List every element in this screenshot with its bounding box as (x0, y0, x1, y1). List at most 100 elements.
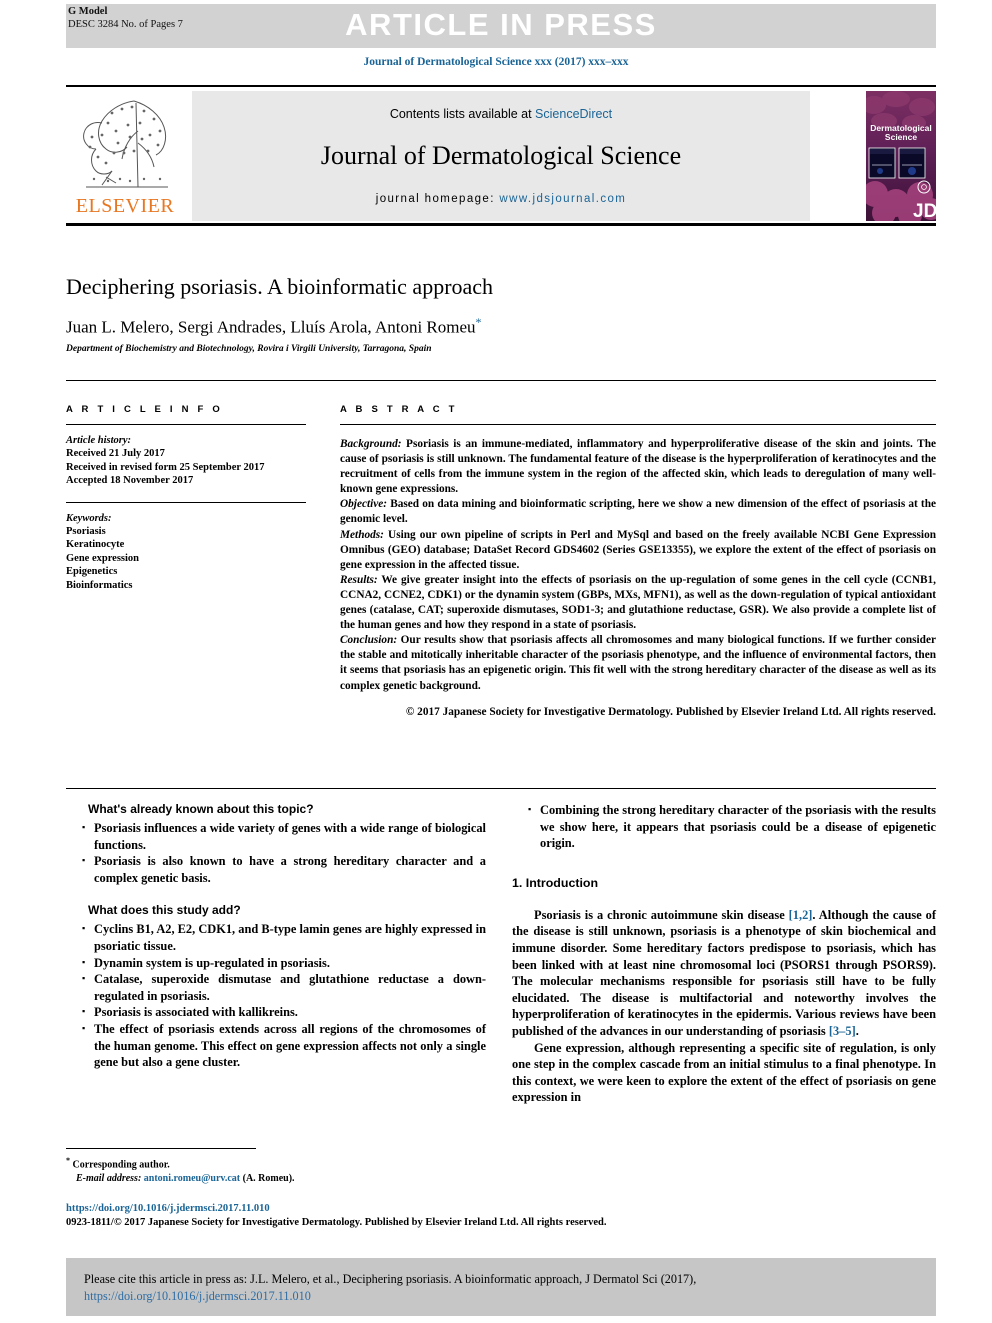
author-list: Juan L. Melero, Sergi Andrades, Lluís Ar… (66, 315, 826, 338)
elsevier-wordmark: ELSEVIER (75, 195, 175, 217)
abstract-section-label: Conclusion: (340, 634, 398, 647)
abstract-section-label: Results: (340, 573, 378, 586)
highlights-spacer (66, 886, 486, 903)
study-adds-list: Cyclins B1, A2, E2, CDK1, and B-type lam… (66, 920, 486, 1071)
list-item: Combining the strong hereditary characte… (528, 801, 936, 852)
abstract-section-text: Psoriasis is an immune-mediated, inflamm… (340, 438, 936, 496)
svg-text:Science: Science (885, 132, 917, 142)
intro-text-c: . (855, 1023, 859, 1038)
author-names: Juan L. Melero, Sergi Andrades, Lluís Ar… (66, 317, 476, 337)
introduction-paragraph-2: Gene expression, although representing a… (512, 1040, 936, 1105)
cite-doi-link[interactable]: https://doi.org/10.1016/j.jdermsci.2017.… (84, 1289, 311, 1303)
article-info-column: A R T I C L E I N F O Article history: R… (66, 404, 306, 592)
list-item: Psoriasis is associated with kallikreins… (82, 1003, 486, 1021)
journal-homepage-link[interactable]: www.jdsjournal.com (499, 193, 626, 205)
g-model-label: G Model (68, 6, 108, 17)
abstract-rule (340, 424, 936, 425)
cite-this-article-box: Please cite this article in press as: J.… (66, 1258, 936, 1316)
cite-text: Please cite this article in press as: J.… (84, 1271, 918, 1304)
article-in-press-label: ARTICLE IN PRESS (345, 7, 657, 42)
abstract-section-text: Our results show that psoriasis affects … (340, 634, 936, 692)
email-line: E-mail address: antoni.romeu@urv.cat (A.… (76, 1172, 486, 1186)
abstract-section-label: Methods: (340, 528, 384, 541)
corresponding-author-line: * Corresponding author. (66, 1154, 486, 1172)
list-item: Catalase, superoxide dismutase and gluta… (82, 970, 486, 1004)
footnote-rule (66, 1148, 256, 1149)
highlights-right-column: Combining the strong hereditary characte… (512, 801, 936, 1106)
doi-block: https://doi.org/10.1016/j.jdermsci.2017.… (66, 1202, 936, 1230)
corresponding-author-footnote: * Corresponding author. E-mail address: … (66, 1154, 486, 1185)
journal-cover-thumbnail: Dermatological Science JDS (866, 91, 936, 221)
known-topic-heading: What's already known about this topic? (88, 802, 314, 816)
keywords-rule (66, 501, 306, 503)
abstract-section-label: Background: (340, 438, 402, 450)
highlights-continued-list: Combining the strong hereditary characte… (512, 801, 936, 852)
journal-title: Journal of Dermatological Science (320, 141, 682, 170)
contents-line: Contents lists available at ScienceDirec… (192, 107, 810, 121)
email-link[interactable]: antoni.romeu@urv.cat (144, 1173, 240, 1184)
article-in-press-banner: ARTICLE IN PRESS (66, 4, 936, 48)
info-top-rule (66, 380, 936, 381)
keyword-item: Gene expression (66, 552, 140, 564)
elsevier-tree-icon (83, 100, 168, 188)
article-info-rule (66, 424, 306, 425)
abstract-section: Conclusion: Our results show that psoria… (340, 633, 936, 693)
corresponding-author-text: Corresponding author. (72, 1159, 170, 1171)
keywords-block: Keywords: Psoriasis Keratinocyte Gene ex… (66, 512, 306, 592)
keyword-item: Epigenetics (66, 566, 118, 578)
list-item: Psoriasis influences a wide variety of g… (82, 819, 486, 853)
abstract-bottom-rule (66, 788, 936, 789)
sciencedirect-link[interactable]: ScienceDirect (535, 107, 612, 121)
abstract-heading: A B S T R A C T (340, 404, 458, 415)
abstract-column: A B S T R A C T Background: Psoriasis is… (340, 404, 936, 720)
svg-text:JDS: JDS (913, 201, 936, 221)
abstract-section: Methods: Using our own pipeline of scrip… (340, 528, 936, 573)
citation-ref-2[interactable]: [3–5] (829, 1024, 856, 1038)
intro-text-a: Psoriasis is a chronic autoimmune skin d… (534, 907, 789, 922)
list-item: Cyclins B1, A2, E2, CDK1, and B-type lam… (82, 920, 486, 954)
highlights-left-column: What's already known about this topic? P… (66, 802, 486, 1071)
abstract-section-label: Objective: (340, 498, 388, 511)
list-item: The effect of psoriasis extends across a… (82, 1020, 486, 1071)
asterisk-icon: * (66, 1156, 70, 1165)
article-history-label: Article history: (66, 435, 132, 446)
history-item: Received in revised form 25 September 20… (66, 461, 265, 473)
homepage-line: journal homepage: www.jdsjournal.com (192, 193, 810, 205)
abstract-section-text: We give greater insight into the effects… (340, 573, 936, 632)
article-info-heading: A R T I C L E I N F O (66, 404, 223, 415)
doi-link[interactable]: https://doi.org/10.1016/j.jdermsci.2017.… (66, 1202, 936, 1216)
abstract-section: Objective: Based on data mining and bioi… (340, 497, 936, 527)
affiliation: Department of Biochemistry and Biotechno… (66, 344, 432, 354)
journal-citation-line: Journal of Dermatological Science xxx (2… (363, 56, 629, 68)
issn-copyright-line: 0923-1811/© 2017 Japanese Society for In… (66, 1217, 607, 1228)
contents-prefix: Contents lists available at (389, 107, 536, 121)
list-item: Psoriasis is also known to have a strong… (82, 852, 486, 886)
abstract-section-text: Based on data mining and bioinformatic s… (340, 498, 936, 526)
history-item: Accepted 18 November 2017 (66, 475, 194, 487)
keyword-item: Psoriasis (66, 526, 106, 538)
introduction-heading: 1. Introduction (512, 875, 599, 890)
masthead-center: Contents lists available at ScienceDirec… (192, 91, 810, 221)
citation-ref-1[interactable]: [1,2] (789, 908, 813, 922)
article-page: ARTICLE IN PRESS G Model DESC 3284 No. o… (0, 0, 992, 1323)
article-history: Article history: Received 21 July 2017 R… (66, 434, 306, 488)
history-item: Received 21 July 2017 (66, 448, 165, 460)
page-count-label: DESC 3284 No. of Pages 7 (68, 18, 183, 30)
g-model-block: G Model DESC 3284 No. of Pages 7 (68, 6, 183, 31)
journal-masthead: ELSEVIER Contents lists available at Sci… (66, 85, 936, 226)
page-title: Deciphering psoriasis. A bioinformatic a… (66, 274, 494, 299)
email-suffix: (A. Romeu). (240, 1172, 295, 1184)
masthead-bottom-rule (66, 223, 936, 226)
email-label: E-mail address: (76, 1172, 142, 1184)
study-adds-heading: What does this study add? (88, 903, 241, 918)
introduction-paragraph-1: Psoriasis is a chronic autoimmune skin d… (512, 907, 936, 1040)
journal-cover-image: Dermatological Science JDS (866, 91, 936, 221)
homepage-prefix: journal homepage: (375, 193, 500, 205)
abstract-section: Results: We give greater insight into th… (340, 573, 936, 633)
keyword-item: Keratinocyte (66, 539, 125, 551)
keywords-label: Keywords: (66, 512, 112, 524)
intro-text-b: . Although the cause of the disease is s… (512, 907, 936, 1038)
list-item: Dynamin system is up-regulated in psoria… (82, 954, 486, 972)
abstract-section-text: Using our own pipeline of scripts in Per… (340, 528, 936, 571)
known-topic-list: Psoriasis influences a wide variety of g… (66, 819, 486, 886)
